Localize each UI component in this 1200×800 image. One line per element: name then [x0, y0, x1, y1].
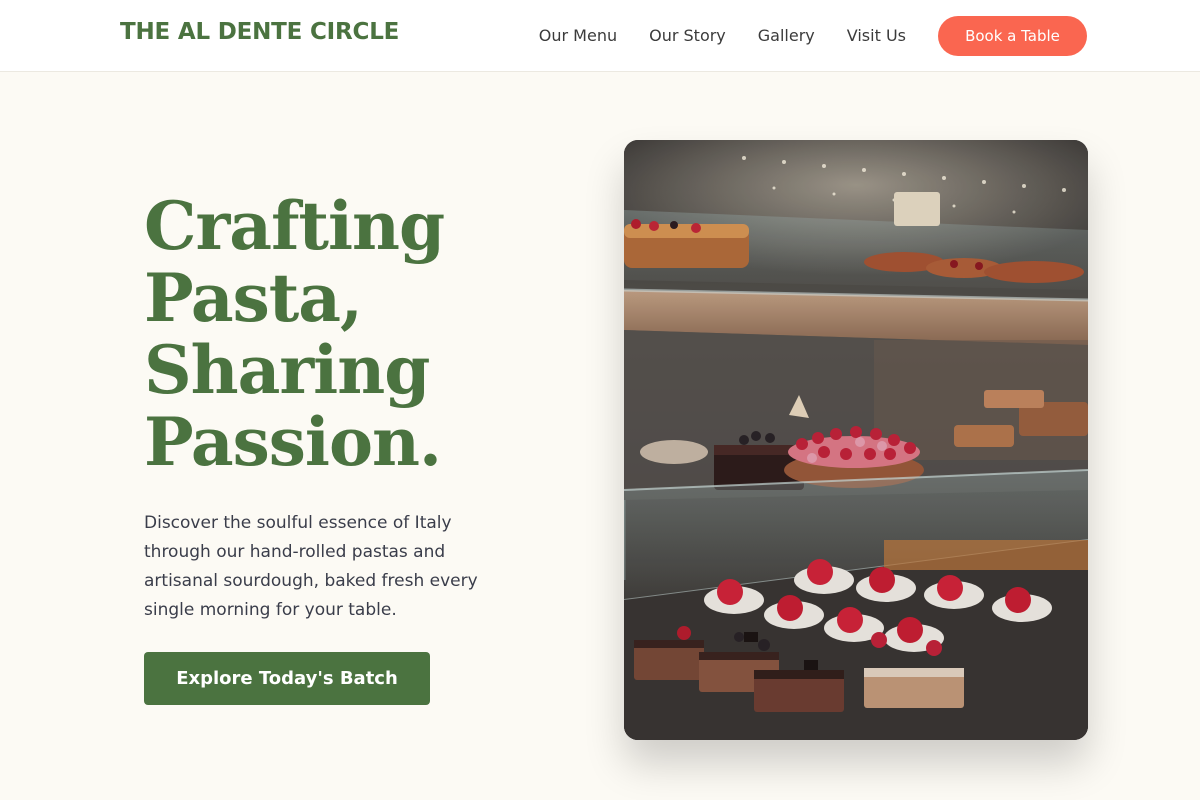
headline-line: Pasta,: [144, 259, 363, 337]
book-table-button[interactable]: Book a Table: [938, 16, 1087, 56]
headline-line: Sharing: [144, 331, 430, 409]
hero-image-pastry-display: [624, 140, 1088, 740]
hero-description: Discover the soulful essence of Italy th…: [144, 513, 478, 620]
hero-section: Crafting Pasta, Sharing Passion. Discove…: [144, 190, 544, 705]
main-nav: Our Menu Our Story Gallery Visit Us Book…: [539, 16, 1087, 56]
nav-link-visit-us[interactable]: Visit Us: [847, 17, 906, 55]
hero-headline: Crafting Pasta, Sharing Passion.: [144, 190, 544, 478]
explore-batch-button[interactable]: Explore Today's Batch: [144, 652, 430, 705]
nav-link-gallery[interactable]: Gallery: [758, 17, 815, 55]
top-navbar: THE AL DENTE CIRCLE Our Menu Our Story G…: [0, 0, 1200, 72]
headline-line: Crafting: [144, 187, 445, 265]
nav-link-our-story[interactable]: Our Story: [649, 17, 726, 55]
brand-logo-text[interactable]: THE AL DENTE CIRCLE: [120, 19, 399, 45]
nav-link-our-menu[interactable]: Our Menu: [539, 17, 617, 55]
headline-line: Passion.: [144, 403, 442, 481]
